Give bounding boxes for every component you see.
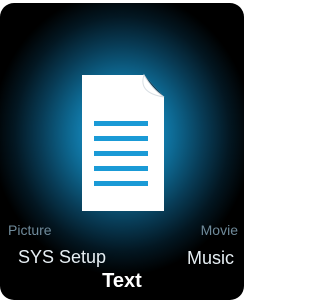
document-line-1 [94, 121, 148, 126]
document-line-5 [94, 181, 148, 186]
document-line-3 [94, 151, 148, 156]
document-page [82, 75, 164, 211]
media-player-screen: Picture Movie SYS Setup Music Text [0, 0, 244, 304]
text-document-icon[interactable] [78, 73, 168, 213]
menu-item-movie[interactable]: Movie [201, 223, 238, 237]
document-line-4 [94, 166, 148, 171]
menu-item-music[interactable]: Music [187, 249, 234, 267]
document-line-2 [94, 136, 148, 141]
menu-display: Picture Movie SYS Setup Music Text [0, 3, 244, 300]
menu-item-sys-setup[interactable]: SYS Setup [18, 248, 106, 266]
menu-item-text-selected[interactable]: Text [0, 271, 244, 291]
menu-item-picture[interactable]: Picture [8, 223, 52, 237]
